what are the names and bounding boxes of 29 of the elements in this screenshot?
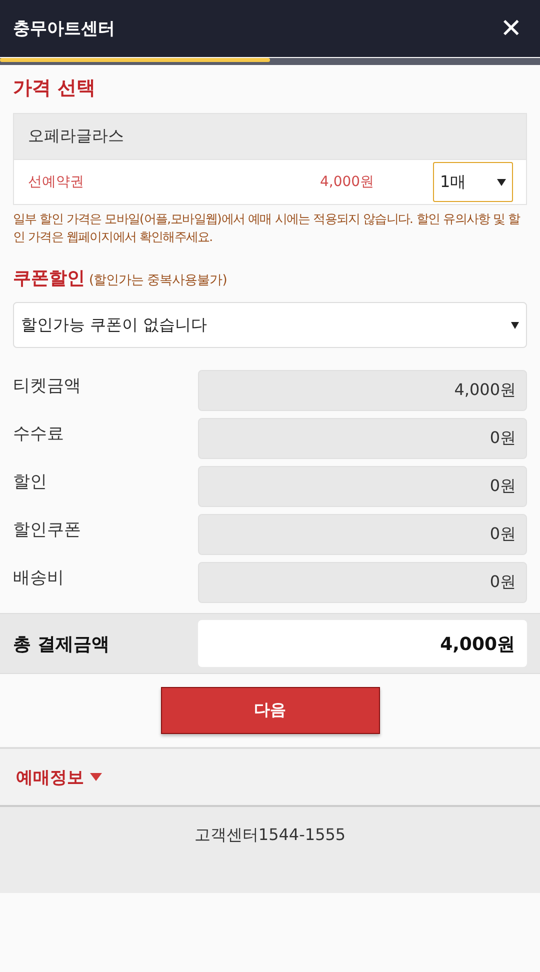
discount-notice: 일부 할인 가격은 모바일(어플,모바일웹)에서 예매 시에는 적용되지 않습니다. 할인 유의사항 및 할인 가격은 웹페이지에서 확인해주세요.: [13, 211, 522, 246]
dropdown-arrow-icon: [497, 178, 506, 186]
amount-value: 4,000원: [198, 370, 527, 411]
booking-info-toggle[interactable]: 예매정보: [16, 766, 102, 788]
total-value: 4,000원: [198, 620, 527, 667]
ticket-name: 선예약권: [28, 173, 85, 191]
amount-value: 0원: [198, 466, 527, 507]
quantity-select[interactable]: 1매: [433, 162, 513, 202]
next-button[interactable]: 다음: [160, 687, 380, 734]
coupon-select[interactable]: 할인가능 쿠폰이 없습니다: [13, 302, 527, 348]
customer-center-text: 고객센터1544-1555: [194, 825, 346, 846]
seat-grade: 오페라글라스: [14, 114, 526, 160]
amount-value: 0원: [198, 418, 527, 459]
amount-value: 0원: [198, 514, 527, 555]
amount-label: 할인쿠폰: [13, 519, 82, 541]
amount-label: 티켓금액: [13, 375, 82, 397]
ticket-price: 4,000원: [320, 173, 376, 191]
amount-label: 수수료: [13, 423, 65, 445]
section-title: 가격 선택: [13, 76, 97, 101]
amount-label: 할인: [13, 471, 48, 493]
caret-icon: [90, 773, 102, 781]
total-label: 총 결제금액: [13, 632, 110, 656]
amount-label: 배송비: [13, 567, 65, 589]
close-button[interactable]: ✕: [494, 16, 528, 42]
section-title: 쿠폰할인: [13, 267, 85, 290]
dropdown-arrow-icon: [511, 322, 519, 328]
coupon-note: (할인가는 중복사용불가): [89, 272, 227, 289]
venue-title: 충무아트센터: [13, 18, 115, 40]
amount-value: 0원: [198, 562, 527, 603]
